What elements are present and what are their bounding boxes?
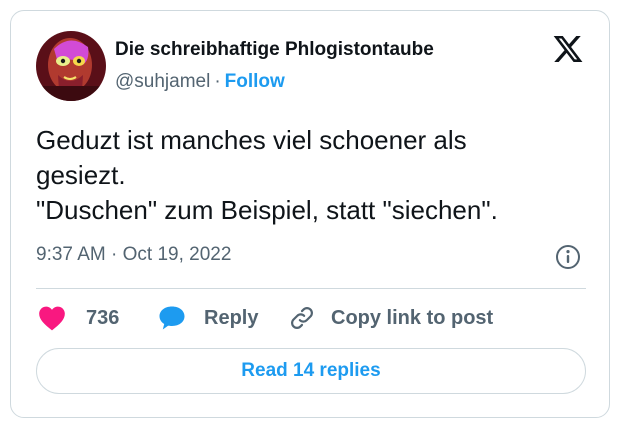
follow-button[interactable]: Follow	[225, 71, 285, 92]
author-handle[interactable]: @suhjamel	[115, 71, 210, 92]
post-text-line: Geduzt ist manches viel schoener als	[36, 125, 467, 155]
info-icon[interactable]	[555, 244, 581, 270]
link-icon	[291, 307, 313, 329]
post-text-line: gesiezt.	[36, 160, 126, 190]
reply-bubble-icon	[159, 306, 185, 330]
copy-link-button[interactable]: Copy link to post	[289, 303, 493, 333]
like-count: 736	[86, 306, 120, 329]
handle-separator: ·	[214, 71, 221, 92]
avatar[interactable]	[36, 31, 106, 101]
heart-icon	[39, 306, 65, 331]
post-text-line: "Duschen" zum Beispiel, statt "siechen".	[36, 195, 498, 225]
divider	[36, 288, 586, 289]
timestamp-separator: ·	[111, 244, 118, 265]
copy-link-label: Copy link to post	[331, 306, 494, 329]
reply-button[interactable]: Reply	[158, 303, 258, 333]
reply-label: Reply	[204, 306, 259, 329]
post-date[interactable]: Oct 19, 2022	[123, 244, 232, 265]
like-button[interactable]: 736	[38, 303, 119, 333]
post-timestamp[interactable]: 9:37 AM · Oct 19, 2022	[36, 244, 231, 266]
x-logo-icon[interactable]	[551, 33, 585, 65]
post-text: Geduzt ist manches viel schoener als ges…	[36, 123, 596, 228]
post-time[interactable]: 9:37 AM	[36, 244, 106, 265]
post-embed-card: Die schreibhaftige Phlogistontaube @suhj…	[10, 10, 610, 418]
author-display-name[interactable]: Die schreibhaftige Phlogistontaube	[115, 39, 434, 61]
read-replies-button[interactable]: Read 14 replies	[36, 348, 586, 394]
author-handle-row: @suhjamel · Follow	[115, 71, 285, 93]
